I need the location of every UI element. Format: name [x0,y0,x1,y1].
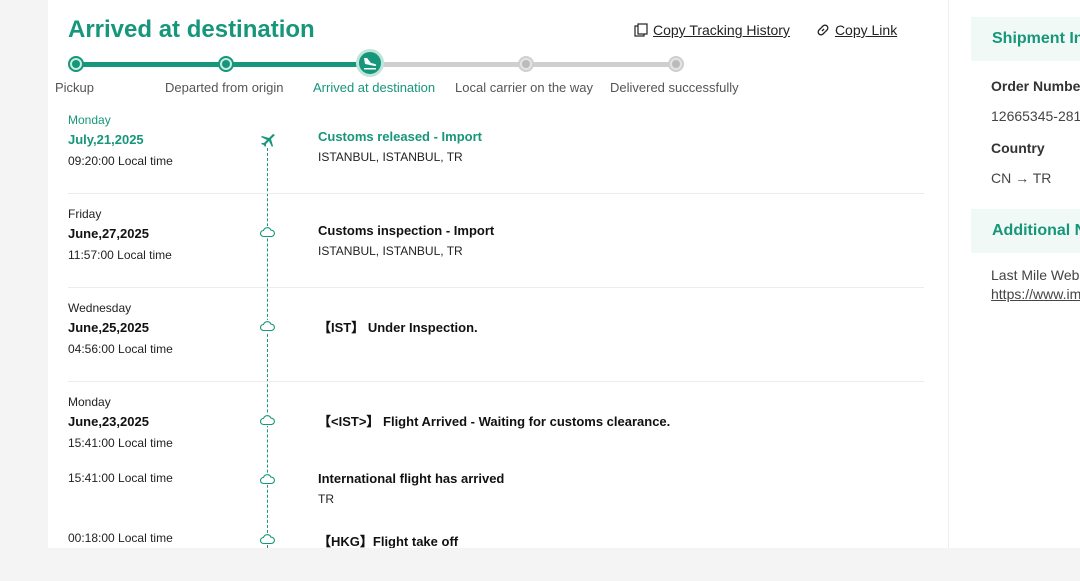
step-label-delivered: Delivered successfully [610,80,739,95]
event-date: June,27,2025 [68,226,149,241]
cloud-icon [260,226,275,238]
timeline-event: Monday July,21,2025 09:20:00 Local time … [68,110,924,194]
country-label: Country [991,140,1045,156]
step-node-local-carrier [518,56,534,72]
timeline-event: Monday June,23,2025 15:41:00 Local time … [68,392,924,452]
toolbar: Copy Tracking History Copy Link [634,22,897,38]
event-location: ISTANBUL, ISTANBUL, TR [318,150,463,164]
plane-landing-icon [364,58,377,70]
details-sidebar: Shipment Info Order Number 12665345-2816… [948,0,1080,548]
cloud-icon [260,414,275,426]
last-mile-label: Last Mile Website [991,267,1080,283]
cloud-icon [260,320,275,332]
link-icon [817,24,829,36]
copy-icon [634,23,648,37]
step-label-local-carrier: Local carrier on the way [455,80,594,95]
event-time: 11:57:00 Local time [68,248,172,262]
event-title: Customs inspection - Import [318,223,495,238]
airplane-icon [260,132,275,148]
step-node-arrived [356,49,384,77]
copy-tracking-history-button[interactable]: Copy Tracking History [634,22,790,38]
step-label-pickup: Pickup [55,80,95,95]
step-node-departed [218,56,234,72]
order-number-value: 12665345-2816 [991,108,1080,124]
event-date: June,23,2025 [68,414,149,429]
event-title: 【<IST>】 Flight Arrived - Waiting for cus… [318,414,671,429]
copy-tracking-history-label: Copy Tracking History [653,22,790,38]
event-time: 09:20:00 Local time [68,154,173,168]
timeline-event: Friday June,27,2025 11:57:00 Local time … [68,204,924,288]
event-title: 【IST】 Under Inspection. [318,320,478,335]
last-mile-link[interactable]: https://www.imile.com [991,286,1080,302]
step-label-departed: Departed from origin [165,80,284,95]
event-weekday: Wednesday [68,301,132,315]
tracking-panel: Arrived at destination Copy Tracking His… [48,0,948,548]
timeline-event: Wednesday June,25,2025 04:56:00 Local ti… [68,298,924,382]
copy-link-button[interactable]: Copy Link [816,22,897,38]
event-time: 00:18:00 Local time [68,531,173,545]
event-title: 【HKG】Flight take off [318,534,459,548]
event-weekday: Friday [68,207,102,221]
copy-link-label: Copy Link [834,22,898,38]
event-time: 15:41:00 Local time [68,471,173,485]
step-node-delivered [668,56,684,72]
step-label-arrived: Arrived at destination [313,80,436,95]
event-time: 04:56:00 Local time [68,342,173,356]
event-date: June,25,2025 [68,320,149,335]
additional-notes-heading: Additional Notes [971,209,1080,253]
event-title: International flight has arrived [318,471,505,486]
cloud-icon [260,533,275,545]
timeline-event: 00:18:00 Local time 【HKG】Flight take off [68,528,924,548]
order-number-label: Order Number [991,78,1080,94]
shipment-info-heading: Shipment Info [971,17,1080,61]
timeline-event: 15:41:00 Local time International flight… [68,468,924,518]
cloud-icon [260,473,275,485]
event-weekday: Monday [68,113,111,127]
event-location: ISTANBUL, ISTANBUL, TR [318,244,463,258]
event-date: July,21,2025 [68,132,144,147]
event-location: TR [318,492,334,506]
page-title: Arrived at destination [68,16,315,43]
step-node-pickup [68,56,84,72]
event-title: Customs released - Import [318,129,482,144]
event-weekday: Monday [68,395,111,409]
event-time: 15:41:00 Local time [68,436,173,450]
country-value: CN → TR [991,170,1052,186]
